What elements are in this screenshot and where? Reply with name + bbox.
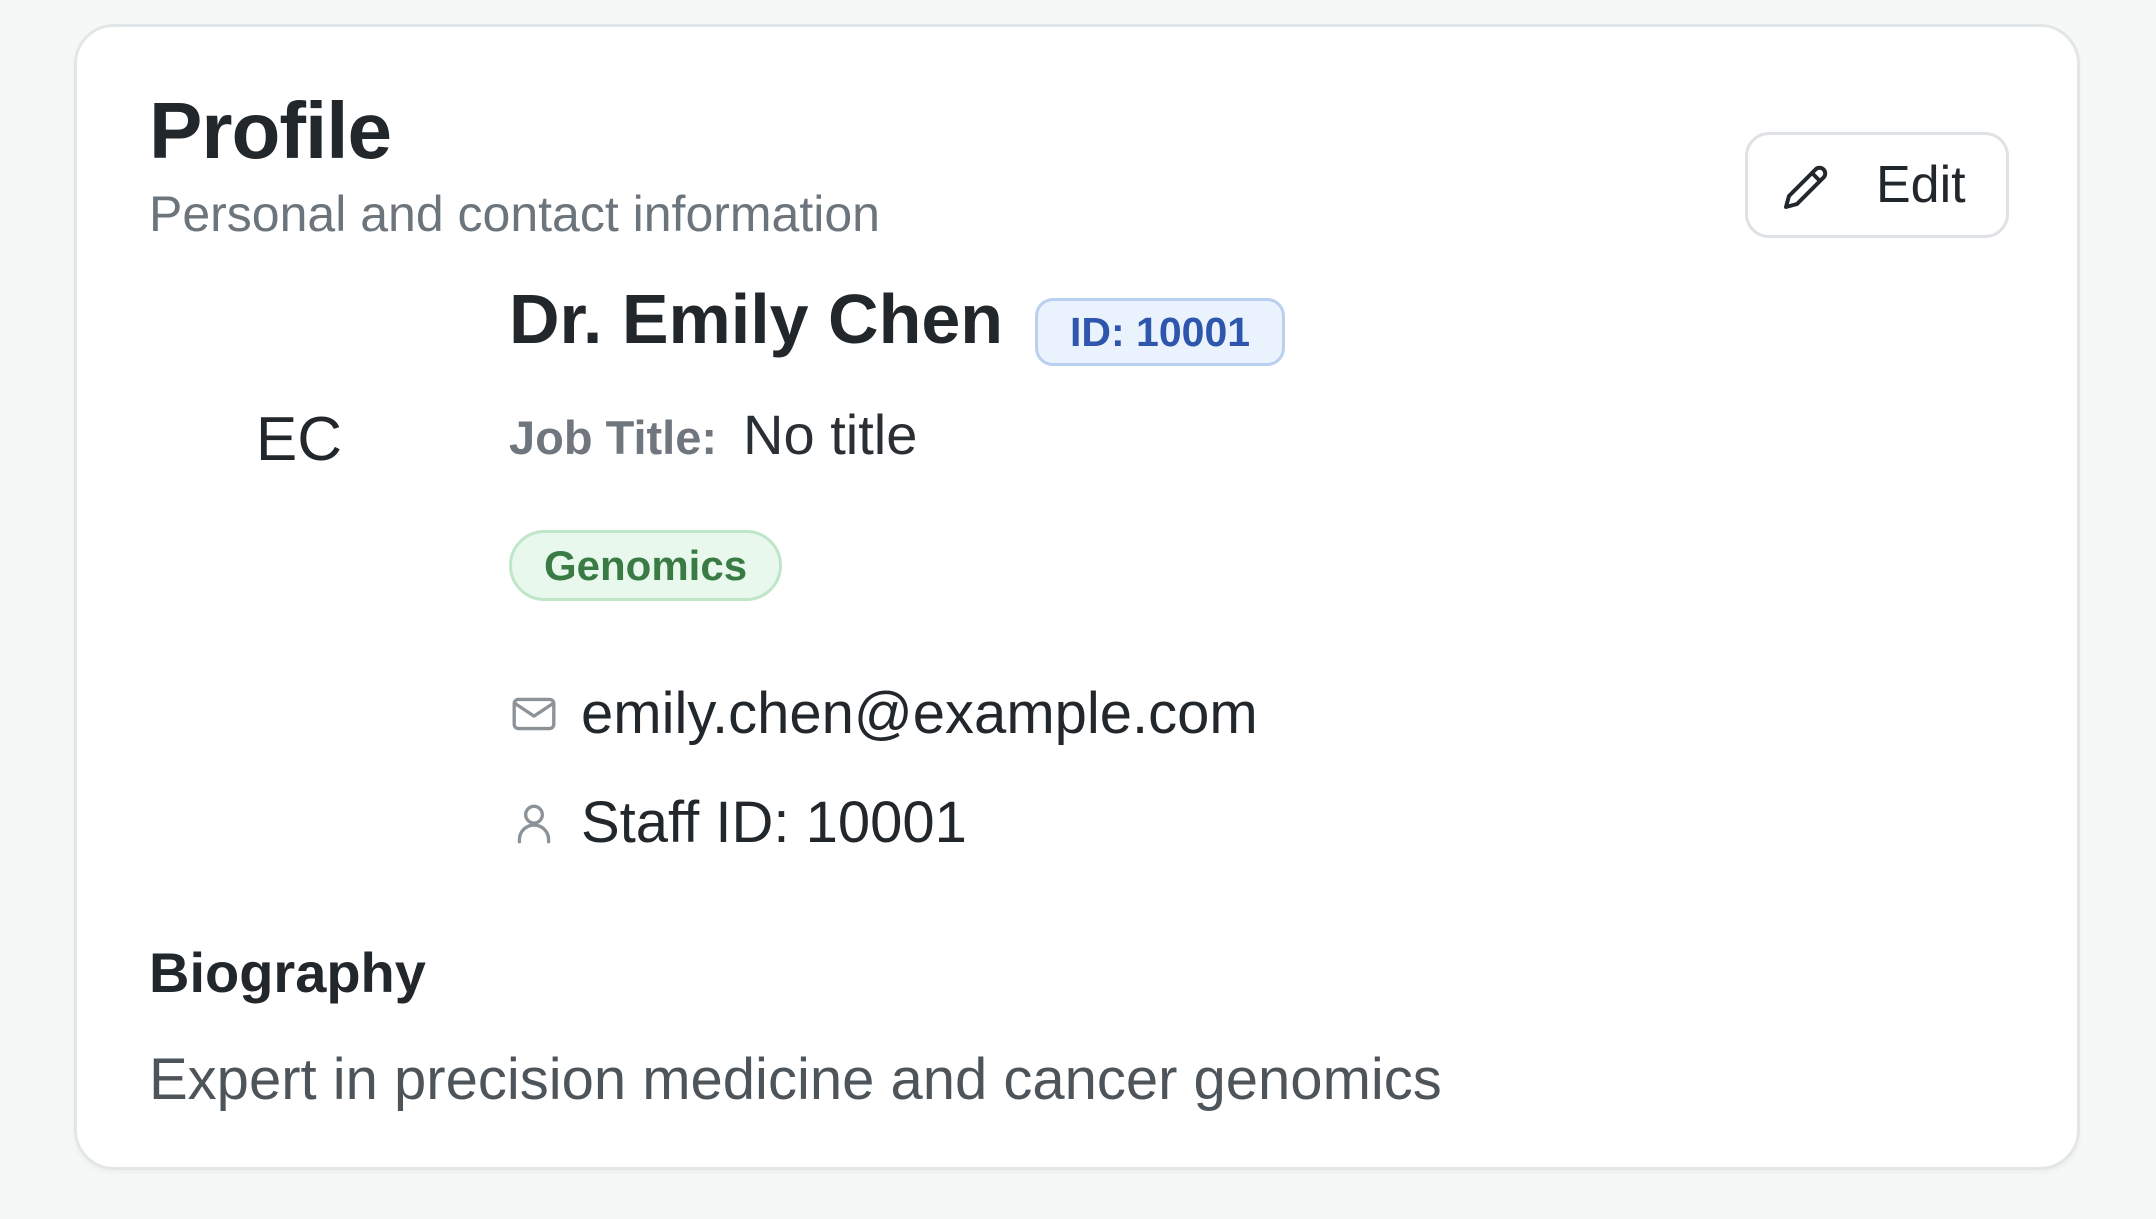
pencil-icon xyxy=(1782,163,1830,211)
staff-id-text: Staff ID: 10001 xyxy=(581,790,967,855)
avatar: EC xyxy=(229,369,369,509)
person-name: Dr. Emily Chen xyxy=(509,280,1004,358)
biography-heading: Biography xyxy=(149,941,426,1004)
edit-button-label: Edit xyxy=(1876,156,1966,214)
avatar-initials: EC xyxy=(255,404,343,474)
job-title-row: Job Title: No title xyxy=(509,407,917,463)
page-subtitle: Personal and contact information xyxy=(149,186,880,242)
user-icon xyxy=(509,798,559,848)
id-badge: ID: 10001 xyxy=(1035,298,1286,366)
page-title: Profile xyxy=(149,86,392,175)
email-row: emily.chen@example.com xyxy=(509,685,1258,743)
email-text: emily.chen@example.com xyxy=(581,681,1258,746)
mail-icon xyxy=(509,689,559,739)
staff-id-row: Staff ID: 10001 xyxy=(509,794,967,852)
department-tag: Genomics xyxy=(509,530,783,601)
biography-text: Expert in precision medicine and cancer … xyxy=(149,1047,1442,1112)
profile-card: Profile Personal and contact information… xyxy=(74,24,2080,1170)
edit-button[interactable]: Edit xyxy=(1745,132,2009,238)
job-title-value: No title xyxy=(743,403,918,466)
job-title-label: Job Title: xyxy=(509,411,718,464)
